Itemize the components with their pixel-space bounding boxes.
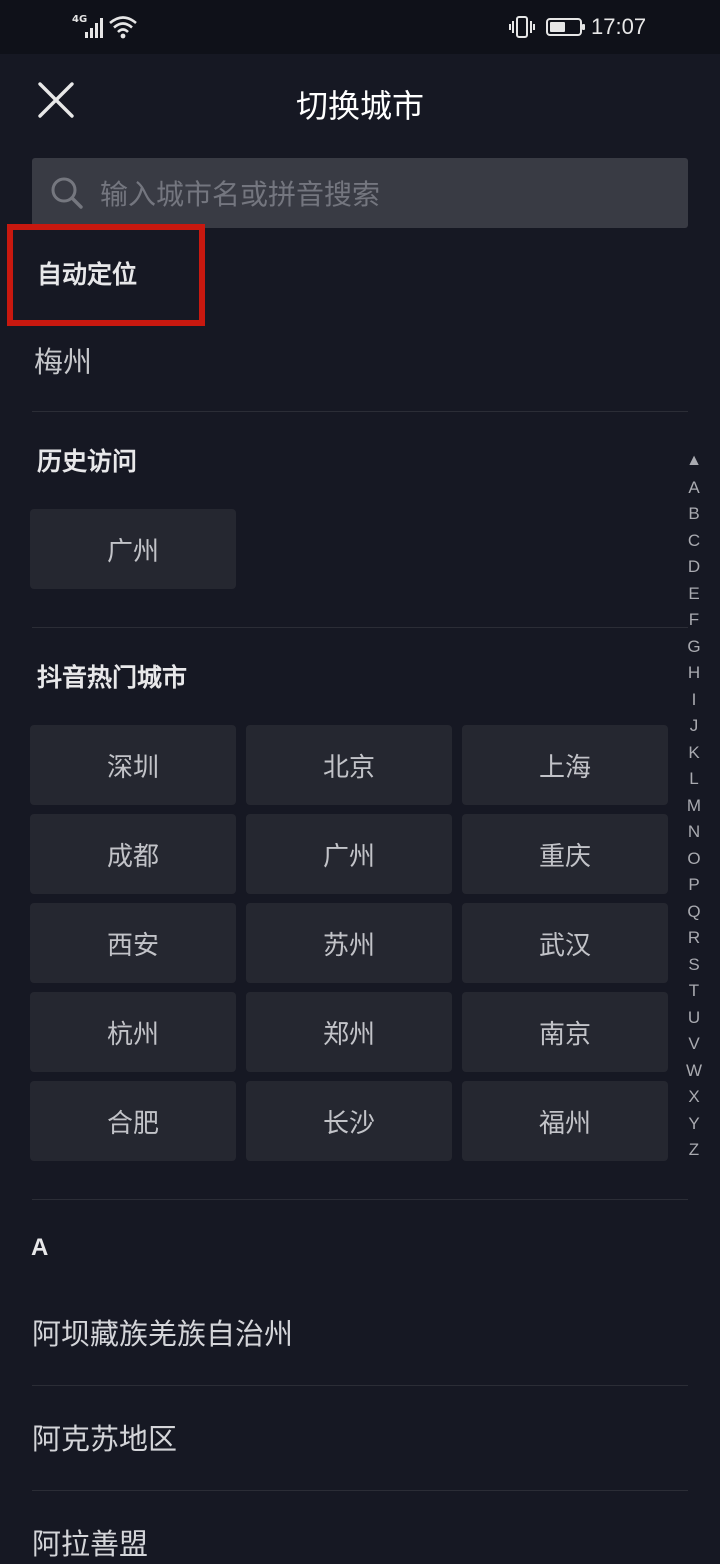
- index-letter[interactable]: W: [680, 1060, 708, 1082]
- history-city-button[interactable]: 广州: [30, 509, 236, 589]
- hot-city-button[interactable]: 西安: [30, 903, 236, 983]
- index-letter[interactable]: H: [680, 662, 708, 684]
- status-bar: 4G 17:07: [0, 0, 720, 54]
- index-letter[interactable]: K: [680, 742, 708, 764]
- vibrate-icon: [509, 16, 535, 38]
- index-letter[interactable]: O: [680, 848, 708, 870]
- list-item[interactable]: 阿拉善盟: [32, 1524, 688, 1564]
- index-letter[interactable]: R: [680, 927, 708, 949]
- hot-city-button[interactable]: 重庆: [462, 814, 668, 894]
- hot-city-button[interactable]: 成都: [30, 814, 236, 894]
- index-letter[interactable]: X: [680, 1086, 708, 1108]
- page-title: 切换城市: [295, 87, 424, 125]
- index-letter[interactable]: S: [680, 954, 708, 976]
- clock: 17:07: [591, 14, 647, 39]
- divider: [32, 1385, 688, 1386]
- search-icon: [51, 177, 83, 209]
- letter-heading: A: [31, 1234, 49, 1261]
- divider: [32, 1490, 688, 1491]
- hot-city-button[interactable]: 南京: [462, 992, 668, 1072]
- history-heading: 历史访问: [37, 447, 138, 476]
- hot-city-button[interactable]: 广州: [246, 814, 452, 894]
- index-letter[interactable]: V: [680, 1033, 708, 1055]
- hot-city-button[interactable]: 北京: [246, 725, 452, 805]
- index-letter[interactable]: Q: [680, 901, 708, 923]
- divider: [32, 1199, 688, 1200]
- index-letter[interactable]: A: [680, 477, 708, 499]
- index-top-arrow-icon[interactable]: ▲: [680, 450, 708, 472]
- index-letter[interactable]: D: [680, 556, 708, 578]
- index-letter[interactable]: J: [680, 715, 708, 737]
- index-letter[interactable]: E: [680, 583, 708, 605]
- index-letter[interactable]: G: [680, 636, 708, 658]
- signal-bars-icon: [85, 18, 103, 38]
- index-letter[interactable]: C: [680, 530, 708, 552]
- hot-city-button[interactable]: 上海: [462, 725, 668, 805]
- hot-city-button[interactable]: 深圳: [30, 725, 236, 805]
- hot-city-button[interactable]: 长沙: [246, 1081, 452, 1161]
- wifi-icon: [109, 16, 137, 39]
- hot-city-button[interactable]: 武汉: [462, 903, 668, 983]
- index-letter[interactable]: L: [680, 768, 708, 790]
- hot-city-button[interactable]: 福州: [462, 1081, 668, 1161]
- divider: [32, 411, 688, 412]
- hot-city-button[interactable]: 郑州: [246, 992, 452, 1072]
- index-letter[interactable]: Y: [680, 1113, 708, 1135]
- search-box[interactable]: [32, 158, 688, 230]
- index-letter[interactable]: Z: [680, 1139, 708, 1161]
- hot-city-button[interactable]: 合肥: [30, 1081, 236, 1161]
- index-letter[interactable]: T: [680, 980, 708, 1002]
- index-letter[interactable]: P: [680, 874, 708, 896]
- list-item[interactable]: 阿坝藏族羌族自治州: [32, 1314, 688, 1354]
- index-letter[interactable]: F: [680, 609, 708, 631]
- search-input[interactable]: [98, 158, 672, 230]
- battery-icon: [546, 18, 585, 36]
- index-letter[interactable]: U: [680, 1007, 708, 1029]
- index-letter[interactable]: B: [680, 503, 708, 525]
- auto-location-heading: 自动定位: [37, 260, 138, 289]
- hot-city-button[interactable]: 杭州: [30, 992, 236, 1072]
- hot-city-button[interactable]: 苏州: [246, 903, 452, 983]
- index-letter[interactable]: I: [680, 689, 708, 711]
- located-city[interactable]: 梅州: [34, 342, 92, 382]
- index-letter[interactable]: M: [680, 795, 708, 817]
- list-item[interactable]: 阿克苏地区: [32, 1419, 688, 1459]
- index-letter[interactable]: N: [680, 821, 708, 843]
- hot-cities-heading: 抖音热门城市: [37, 663, 188, 692]
- divider: [32, 627, 688, 628]
